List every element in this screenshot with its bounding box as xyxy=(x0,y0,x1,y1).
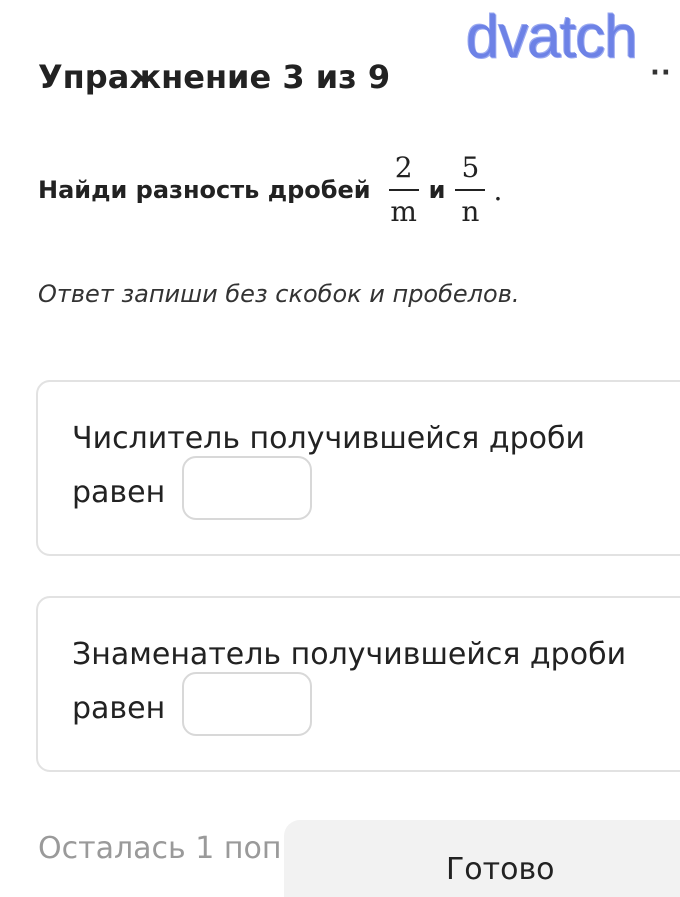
numerator-input[interactable] xyxy=(182,456,312,520)
fraction-1-denominator: m xyxy=(390,195,417,228)
fraction-2: 5 n xyxy=(455,149,486,231)
fraction-1: 2 m xyxy=(388,149,419,231)
period: . xyxy=(493,173,503,207)
fraction-2-numerator: 5 xyxy=(461,151,480,184)
numerator-suffix: равен xyxy=(72,475,166,510)
conjunction: и xyxy=(428,176,446,204)
denominator-answer-card: Знаменатель получившейся дроби равен xyxy=(36,596,680,772)
numerator-answer-card: Числитель получившейся дроби равен xyxy=(36,380,680,556)
denominator-input[interactable] xyxy=(182,672,312,736)
task-statement: Найди разность дробей 2 m и 5 n . xyxy=(38,140,502,240)
done-button[interactable]: Готово xyxy=(284,820,680,897)
hint-text: Ответ запиши без скобок и пробелов. xyxy=(38,280,520,308)
fraction-bar xyxy=(388,189,419,191)
more-menu-icon[interactable]: ·· xyxy=(650,58,672,88)
denominator-label: Знаменатель получившейся дроби xyxy=(72,637,627,672)
denominator-suffix: равен xyxy=(72,691,166,726)
watermark: dvatch xyxy=(466,3,638,70)
numerator-label: Числитель получившейся дроби xyxy=(72,421,585,456)
fraction-bar xyxy=(455,189,486,191)
task-text: Найди разность дробей xyxy=(38,176,371,204)
fraction-2-denominator: n xyxy=(461,195,480,228)
page-title: Упражнение 3 из 9 xyxy=(38,58,391,96)
fraction-1-numerator: 2 xyxy=(394,151,413,184)
exercise-page: dvatch Упражнение 3 из 9 ·· Найди разнос… xyxy=(0,0,680,897)
